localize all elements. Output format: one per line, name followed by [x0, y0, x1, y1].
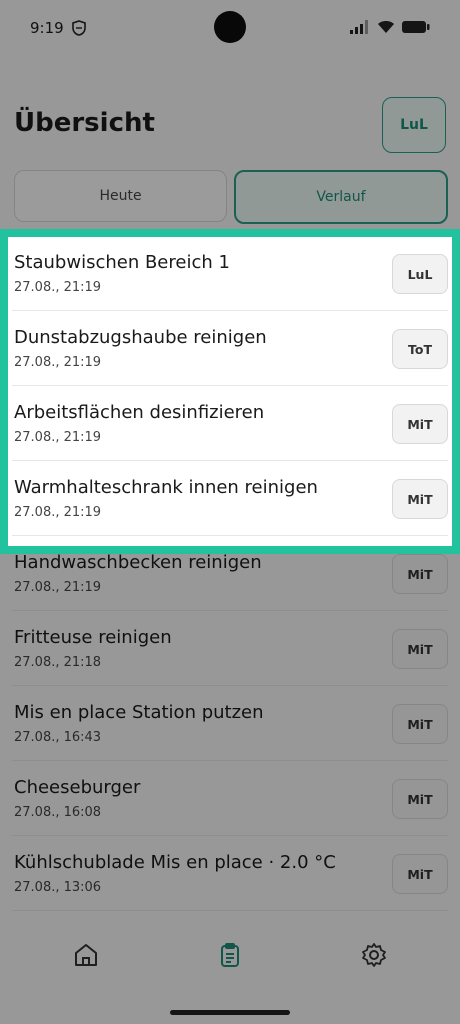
- entry-title: Fritteuse reinigen: [14, 627, 172, 648]
- entry-title: Handwaschbecken reinigen: [14, 552, 262, 573]
- entry-time: 27.08., 21:18: [14, 655, 102, 670]
- battery-icon: [402, 21, 430, 33]
- list-item[interactable]: Fritteuse reinigen 27.08., 21:18 MiT: [12, 611, 448, 686]
- entry-title: Cheeseburger: [14, 777, 141, 798]
- highlight-frame: Staubwischen Bereich 1 27.08., 21:19 LuL…: [0, 229, 460, 554]
- camera-cutout: [214, 11, 246, 43]
- gear-icon: [362, 943, 386, 967]
- entry-time: 27.08., 16:08: [14, 805, 102, 820]
- user-badge: MiT: [392, 854, 448, 894]
- list-item[interactable]: Cheeseburger 27.08., 16:08 MiT: [12, 761, 448, 836]
- nav-settings[interactable]: [354, 935, 394, 975]
- entry-title: Warmhalteschrank innen reinigen: [14, 477, 318, 498]
- entry-title: Mis en place Station putzen: [14, 702, 264, 723]
- list-item[interactable]: Mis en place Station putzen 27.08., 16:4…: [12, 686, 448, 761]
- nav-home[interactable]: [66, 935, 106, 975]
- tab-bar: Heute Verlauf: [14, 170, 448, 224]
- shield-icon: [72, 20, 86, 36]
- entry-time: 27.08., 21:19: [14, 580, 102, 595]
- status-bar: 9:19: [0, 0, 460, 60]
- tab-today[interactable]: Heute: [14, 170, 227, 222]
- system-icons: [350, 20, 430, 34]
- user-badge: MiT: [392, 704, 448, 744]
- user-badge: MiT: [392, 479, 448, 519]
- list-item[interactable]: Warmhalteschrank innen reinigen 27.08., …: [12, 461, 448, 536]
- user-badge: ToT: [392, 329, 448, 369]
- entry-title: Arbeitsflächen desinfizieren: [14, 402, 265, 423]
- status-time: 9:19: [30, 19, 64, 37]
- app-screen: 9:19 Übersicht LuL Heute Verlauf Handwas…: [0, 0, 460, 1024]
- wifi-icon: [378, 21, 394, 33]
- list-item[interactable]: Dunstabzugshaube reinigen 27.08., 21:19 …: [12, 311, 448, 386]
- entry-time: 27.08., 21:19: [14, 505, 102, 520]
- user-badge: LuL: [392, 254, 448, 294]
- entry-title: Dunstabzugshaube reinigen: [14, 327, 267, 348]
- user-badge: MiT: [392, 404, 448, 444]
- clipboard-icon: [221, 943, 239, 967]
- entry-time: 27.08., 21:19: [14, 355, 102, 370]
- home-indicator: [170, 1010, 290, 1015]
- home-icon: [75, 944, 97, 966]
- user-badge: MiT: [392, 554, 448, 594]
- entry-time: 27.08., 21:19: [14, 430, 102, 445]
- entry-time: 27.08., 13:06: [14, 880, 102, 895]
- tab-history[interactable]: Verlauf: [234, 170, 448, 224]
- page-title: Übersicht: [14, 108, 155, 138]
- list-item[interactable]: Arbeitsflächen desinfizieren 27.08., 21:…: [12, 386, 448, 461]
- user-badge-button[interactable]: LuL: [382, 97, 446, 153]
- user-badge: MiT: [392, 629, 448, 669]
- list-item[interactable]: Kühlschublade Mis en place · 2.0 °C 27.0…: [12, 836, 448, 911]
- entry-title: Staubwischen Bereich 1: [14, 252, 230, 273]
- entry-title: Kühlschublade Mis en place · 2.0 °C: [14, 852, 336, 873]
- bottom-navigation: [0, 905, 460, 1005]
- nav-checklist[interactable]: [210, 935, 250, 975]
- entry-time: 27.08., 16:43: [14, 730, 102, 745]
- list-item[interactable]: Staubwischen Bereich 1 27.08., 21:19 LuL: [12, 237, 448, 311]
- entry-time: 27.08., 21:19: [14, 280, 102, 295]
- signal-icon: [350, 20, 368, 34]
- user-badge: MiT: [392, 779, 448, 819]
